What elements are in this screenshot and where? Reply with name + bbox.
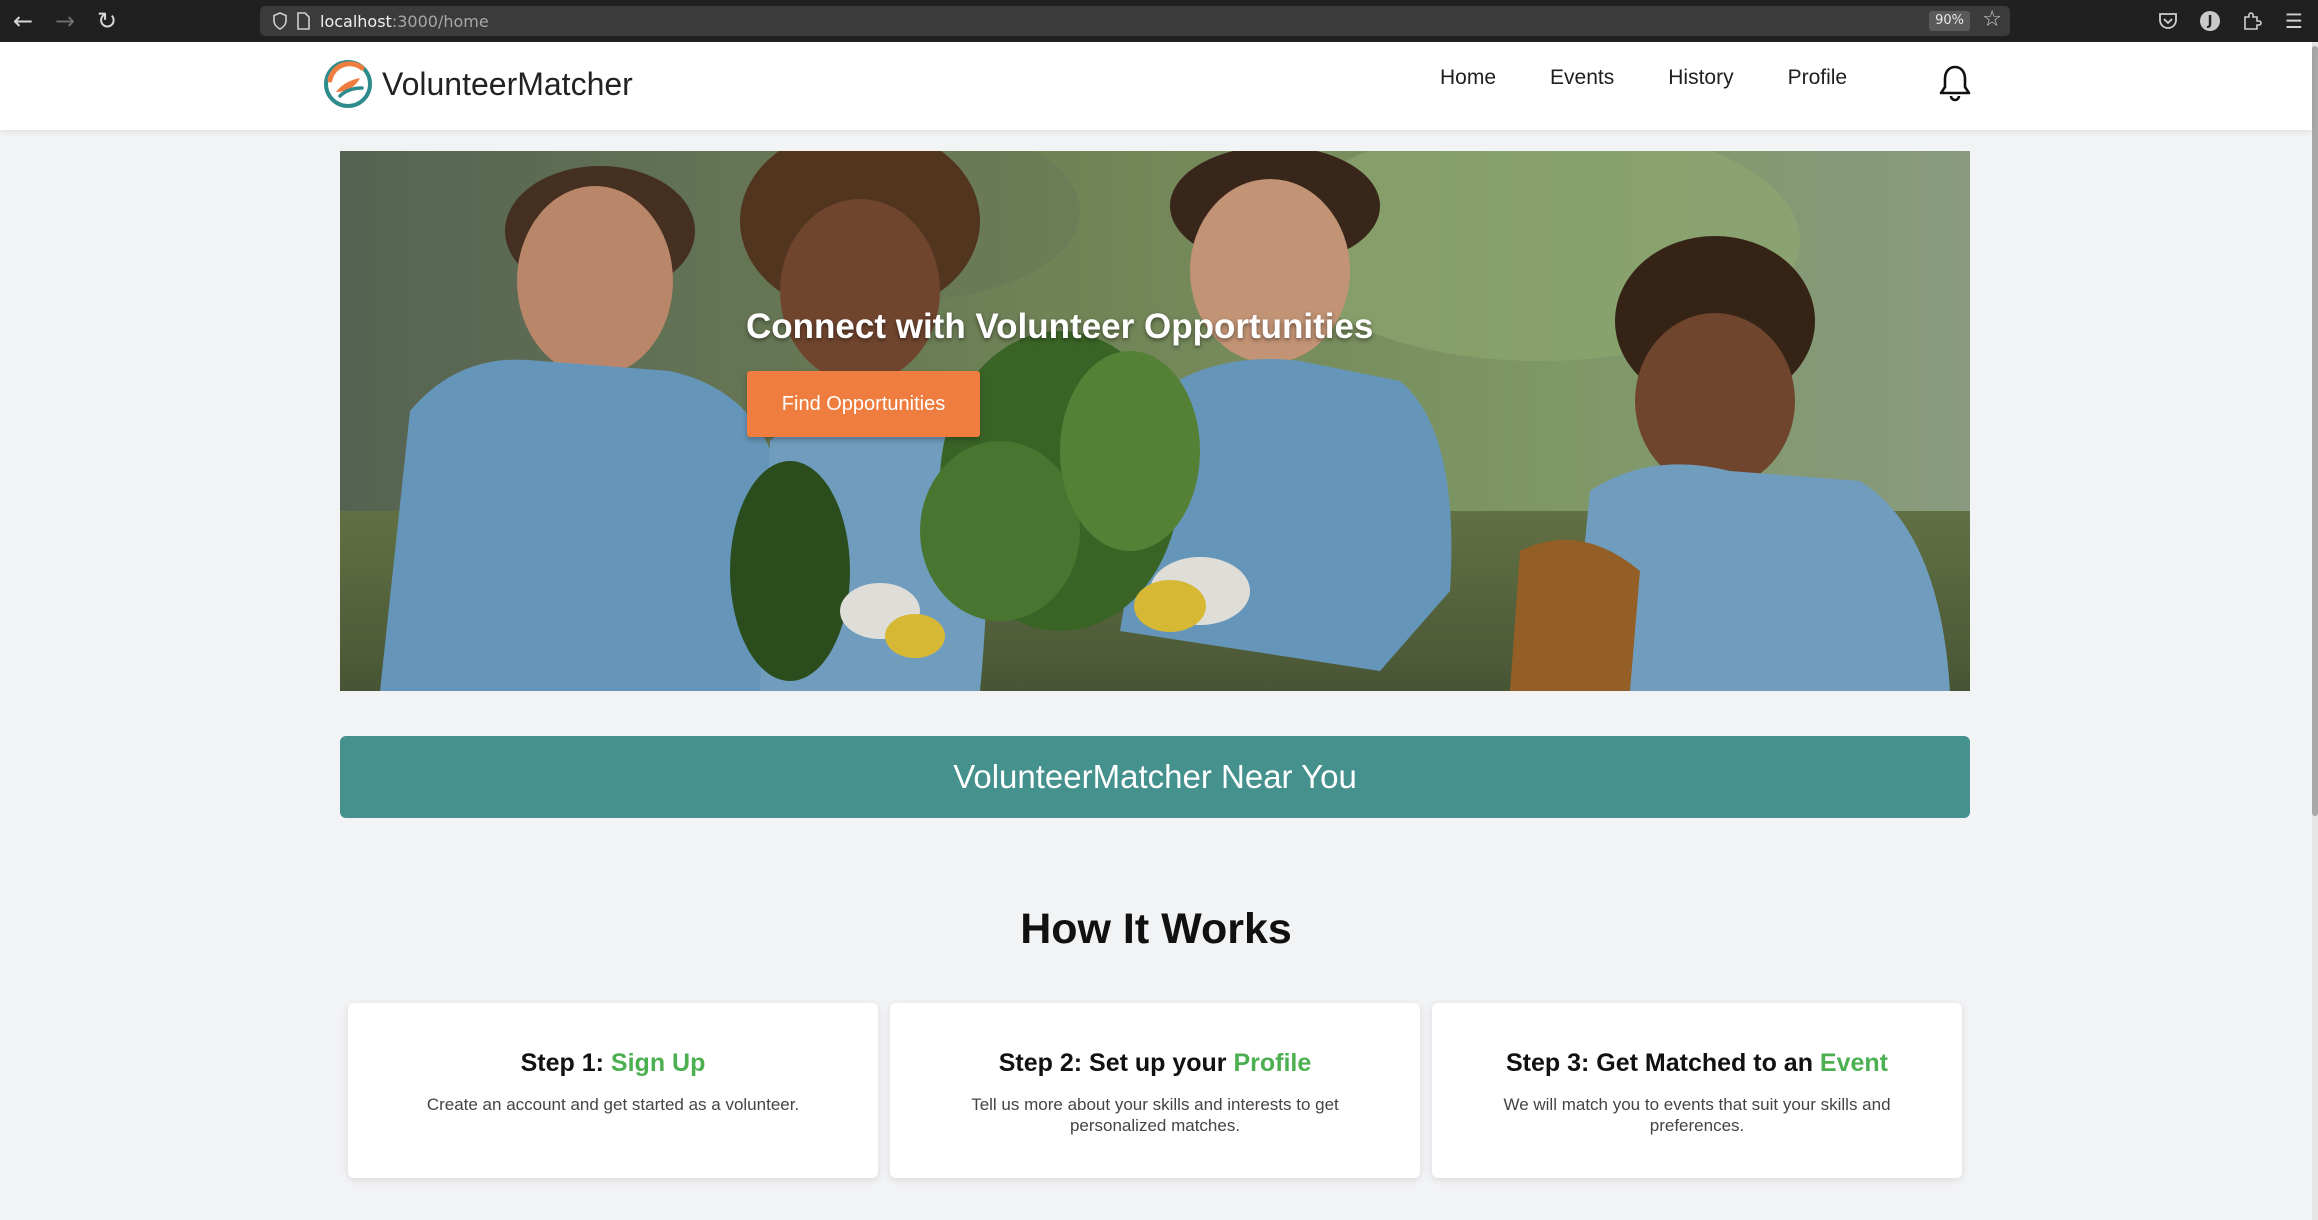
extensions-icon[interactable] (2238, 7, 2266, 35)
step-heading: Step 1: Sign Up (520, 1049, 706, 1077)
brand-logo[interactable]: VolunteerMatcher (322, 58, 633, 110)
main-nav: Home Events History Profile (1440, 66, 1901, 90)
step-description: Tell us more about your skills and inter… (971, 1095, 1339, 1135)
nav-link-home[interactable]: Home (1440, 66, 1496, 90)
url-text: localhost:3000/home (320, 11, 489, 31)
back-icon[interactable]: ← (2, 0, 44, 42)
nav-link-events[interactable]: Events (1550, 66, 1614, 90)
zoom-level-badge[interactable]: 90% (1929, 11, 1970, 31)
page-icon (297, 12, 310, 30)
forward-icon[interactable]: → (44, 0, 86, 42)
account-icon[interactable]: J (2196, 7, 2224, 35)
shield-icon (273, 12, 287, 30)
brand-name: VolunteerMatcher (382, 65, 633, 102)
near-you-text: VolunteerMatcher Near You (953, 758, 1357, 795)
browser-toolbar: ← → ↻ localhost:3000/home 90% ☆ J ☰ (0, 0, 2318, 42)
find-opportunities-button[interactable]: Find Opportunities (747, 371, 980, 437)
hero-banner: Connect with Volunteer Opportunities Fin… (340, 151, 1970, 691)
step-description: We will match you to events that suit yo… (1503, 1095, 1891, 1135)
step-heading: Step 3: Get Matched to an Event (1505, 1049, 1889, 1077)
hero-title: Connect with Volunteer Opportunities (746, 307, 1374, 346)
avatar: J (2200, 11, 2220, 31)
hero-photo (340, 151, 1970, 691)
bell-icon[interactable] (1938, 64, 1972, 102)
nav-link-history[interactable]: History (1668, 66, 1733, 90)
step-card-event: Step 3: Get Matched to an Event We will … (1432, 1003, 1962, 1178)
near-you-banner[interactable]: VolunteerMatcher Near You (340, 736, 1970, 818)
scrollbar-thumb[interactable] (2312, 46, 2318, 816)
star-icon[interactable]: ☆ (1982, 7, 2002, 32)
menu-icon[interactable]: ☰ (2280, 7, 2308, 35)
step-card-profile: Step 2: Set up your Profile Tell us more… (890, 1003, 1420, 1178)
pocket-icon[interactable] (2154, 7, 2182, 35)
site-header: VolunteerMatcher Home Events History Pro… (0, 42, 2312, 130)
how-it-works-title: How It Works (1020, 905, 1292, 953)
reload-icon[interactable]: ↻ (86, 0, 128, 42)
logo-mark-icon (324, 60, 372, 108)
address-bar[interactable]: localhost:3000/home 90% ☆ (260, 6, 2010, 36)
nav-link-profile[interactable]: Profile (1788, 66, 1848, 90)
step-heading: Step 2: Set up your Profile (998, 1049, 1312, 1077)
step-card-sign-up: Step 1: Sign Up Create an account and ge… (348, 1003, 878, 1178)
steps-row: Step 1: Sign Up Create an account and ge… (348, 1003, 1962, 1178)
step-description: Create an account and get started as a v… (426, 1095, 800, 1114)
